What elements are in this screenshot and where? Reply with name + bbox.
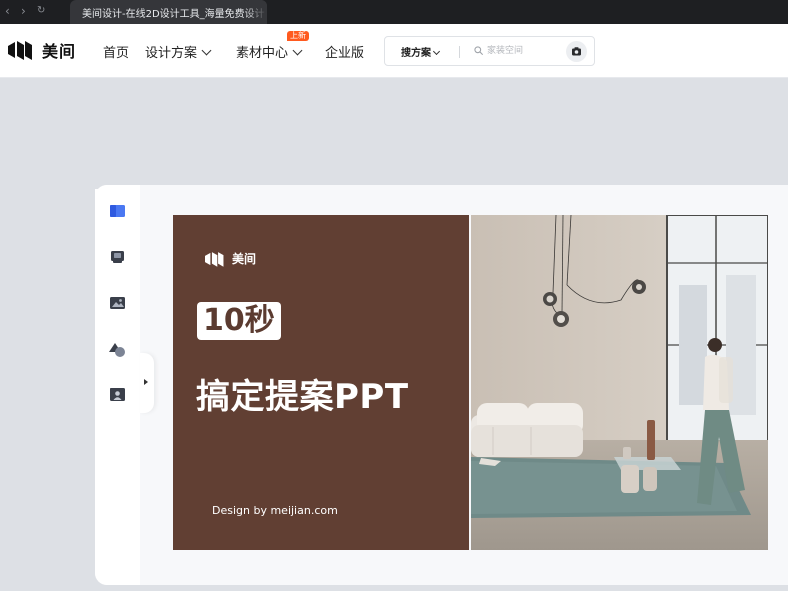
chevron-down-icon — [292, 45, 303, 56]
layout-icon — [111, 251, 124, 263]
nav-design-plans-label: 设计方案 — [145, 46, 198, 61]
image-search-button[interactable] — [566, 41, 587, 62]
slide-byline: Design by meijian.com — [212, 504, 338, 517]
search-input[interactable] — [487, 42, 557, 60]
highlight-box: 10秒 — [197, 302, 281, 340]
search-divider — [459, 46, 460, 58]
logo-text: 美间 — [42, 42, 77, 61]
slide-title: 搞定提案PPT — [196, 377, 409, 417]
new-badge: 上新 — [287, 31, 309, 41]
slide-preview[interactable]: 美间 10秒 搞定提案PPT Design by meijian.com — [173, 215, 768, 550]
chevron-down-icon — [432, 47, 441, 56]
tool-layout[interactable] — [95, 235, 140, 279]
slide-logo: 美间 — [205, 250, 256, 267]
tool-image[interactable] — [95, 281, 140, 325]
collapse-handle[interactable] — [140, 353, 154, 413]
tool-person-image[interactable] — [95, 372, 140, 416]
highlight-text: 10秒 — [203, 303, 275, 338]
site-logo[interactable]: 美间 — [8, 38, 76, 62]
nav-design-plans[interactable]: 设计方案 — [145, 42, 212, 61]
template-icon — [110, 205, 125, 217]
tab-title-fade — [245, 0, 267, 24]
back-icon[interactable]: ‹ — [5, 3, 10, 19]
meijian-logo-icon — [205, 251, 224, 267]
search-icon — [474, 46, 483, 55]
search-box: 搜方案 — [384, 36, 595, 66]
shapes-icon — [109, 343, 125, 357]
nav-materials[interactable]: 素材中心 — [236, 42, 303, 61]
nav-materials-label: 素材中心 — [236, 46, 289, 61]
slide-text-panel: 美间 10秒 搞定提案PPT Design by meijian.com — [173, 215, 469, 550]
search-scope-dropdown[interactable]: 搜方案 — [401, 44, 441, 59]
forward-icon[interactable]: › — [21, 3, 26, 19]
meijian-logo-icon — [8, 41, 32, 60]
image-icon — [110, 297, 125, 309]
tool-rail — [95, 185, 140, 585]
walking-figure-shape — [708, 338, 722, 352]
interior-photo — [471, 215, 768, 550]
person-image-icon — [110, 388, 125, 401]
nav-home[interactable]: 首页 — [103, 42, 129, 61]
tool-template[interactable] — [95, 189, 140, 233]
nav-enterprise[interactable]: 企业版 — [325, 42, 364, 61]
chevron-down-icon — [201, 45, 212, 56]
site-header: 美间 首页 设计方案 素材中心 上新 企业版 搜方案 — [0, 24, 788, 78]
nav-enterprise-label: 企业版 — [325, 46, 365, 61]
tab-title: 美间设计-在线2D设计工具_海量免费设计 — [82, 9, 265, 20]
browser-tab[interactable]: 美间设计-在线2D设计工具_海量免费设计 — [70, 0, 267, 24]
slide-logo-text: 美间 — [232, 252, 257, 266]
nav-home-label: 首页 — [103, 46, 130, 61]
search-scope-label: 搜方案 — [401, 48, 431, 59]
tool-shapes[interactable] — [95, 328, 140, 372]
browser-tab-bar: ‹ › ↻ 美间设计-在线2D设计工具_海量免费设计 — [0, 0, 788, 24]
camera-icon — [572, 47, 581, 56]
refresh-icon[interactable]: ↻ — [37, 3, 45, 19]
expand-arrow-icon — [144, 379, 148, 385]
